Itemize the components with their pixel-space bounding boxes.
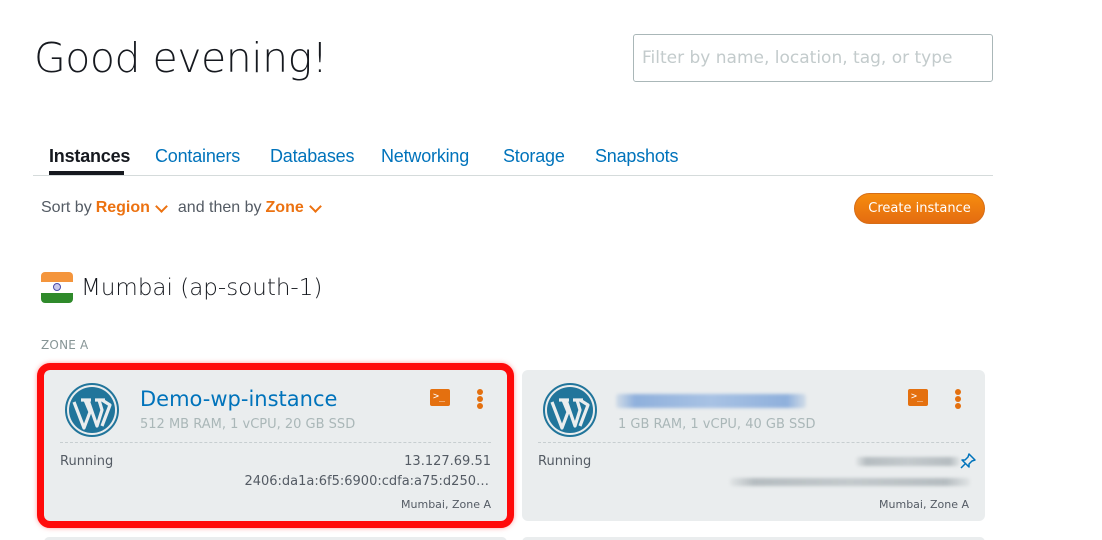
terminal-icon: >_: [911, 391, 924, 402]
static-ip-pin-icon[interactable]: [959, 452, 977, 470]
more-options-button[interactable]: [475, 389, 485, 409]
sort-primary-value: Region: [95, 199, 150, 216]
instance-ipv4: 13.127.69.51: [404, 454, 491, 469]
filter-input[interactable]: [633, 34, 993, 82]
sort-secondary-value: Zone: [265, 199, 304, 216]
chevron-down-icon: [155, 199, 168, 213]
region-header: Mumbai (ap-south-1): [41, 272, 322, 303]
sort-primary-dropdown[interactable]: Region: [96, 199, 174, 217]
create-instance-button[interactable]: Create instance: [854, 193, 985, 224]
more-options-button[interactable]: [953, 389, 963, 409]
redacted-instance-name[interactable]: [616, 394, 806, 408]
card-divider: [60, 442, 491, 443]
instance-card[interactable]: 1 GB RAM, 1 vCPU, 40 GB SSD >_ Running M…: [522, 370, 985, 521]
instance-spec: 512 MB RAM, 1 vCPU, 20 GB SSD: [140, 417, 356, 432]
card-divider: [538, 442, 969, 443]
redacted-ipv4: [856, 457, 960, 466]
tab-networking[interactable]: Networking: [381, 146, 469, 167]
sort-secondary-dropdown[interactable]: Zone: [266, 199, 328, 217]
sort-bar: Sort by Region and then by Zone: [41, 199, 332, 217]
india-flag-icon: [41, 272, 73, 303]
tab-snapshots[interactable]: Snapshots: [595, 146, 678, 167]
zone-label: ZONE A: [41, 338, 89, 352]
instance-location: Mumbai, Zone A: [879, 498, 969, 511]
chevron-down-icon: [308, 199, 322, 213]
tab-storage[interactable]: Storage: [503, 146, 565, 167]
instance-card[interactable]: Demo-wp-instance 512 MB RAM, 1 vCPU, 20 …: [37, 363, 514, 528]
instance-status: Running: [538, 454, 592, 469]
instance-location: Mumbai, Zone A: [401, 498, 491, 511]
tab-containers[interactable]: Containers: [155, 146, 240, 167]
terminal-button[interactable]: >_: [430, 389, 450, 406]
tab-instances[interactable]: Instances: [49, 146, 130, 167]
instance-name-link[interactable]: Demo-wp-instance: [140, 387, 337, 411]
instance-spec: 1 GB RAM, 1 vCPU, 40 GB SSD: [618, 417, 816, 432]
active-tab-indicator: [49, 171, 124, 175]
terminal-icon: >_: [433, 391, 446, 402]
wordpress-icon: [543, 383, 597, 437]
terminal-button[interactable]: >_: [908, 389, 928, 406]
page-greeting: Good evening!: [34, 34, 328, 82]
instance-ipv6: 2406:da1a:6f5:6900:cdfa:a75:d250…: [244, 474, 489, 489]
sort-prefix: Sort by: [41, 199, 92, 216]
resource-tabs: Instances Containers Databases Networkin…: [33, 138, 993, 176]
region-name: Mumbai (ap-south-1): [81, 274, 323, 301]
sort-middle: and then by: [177, 199, 262, 216]
redacted-ipv6: [730, 478, 970, 486]
tab-databases[interactable]: Databases: [270, 146, 354, 167]
instance-status: Running: [60, 454, 114, 469]
wordpress-icon: [65, 383, 119, 437]
